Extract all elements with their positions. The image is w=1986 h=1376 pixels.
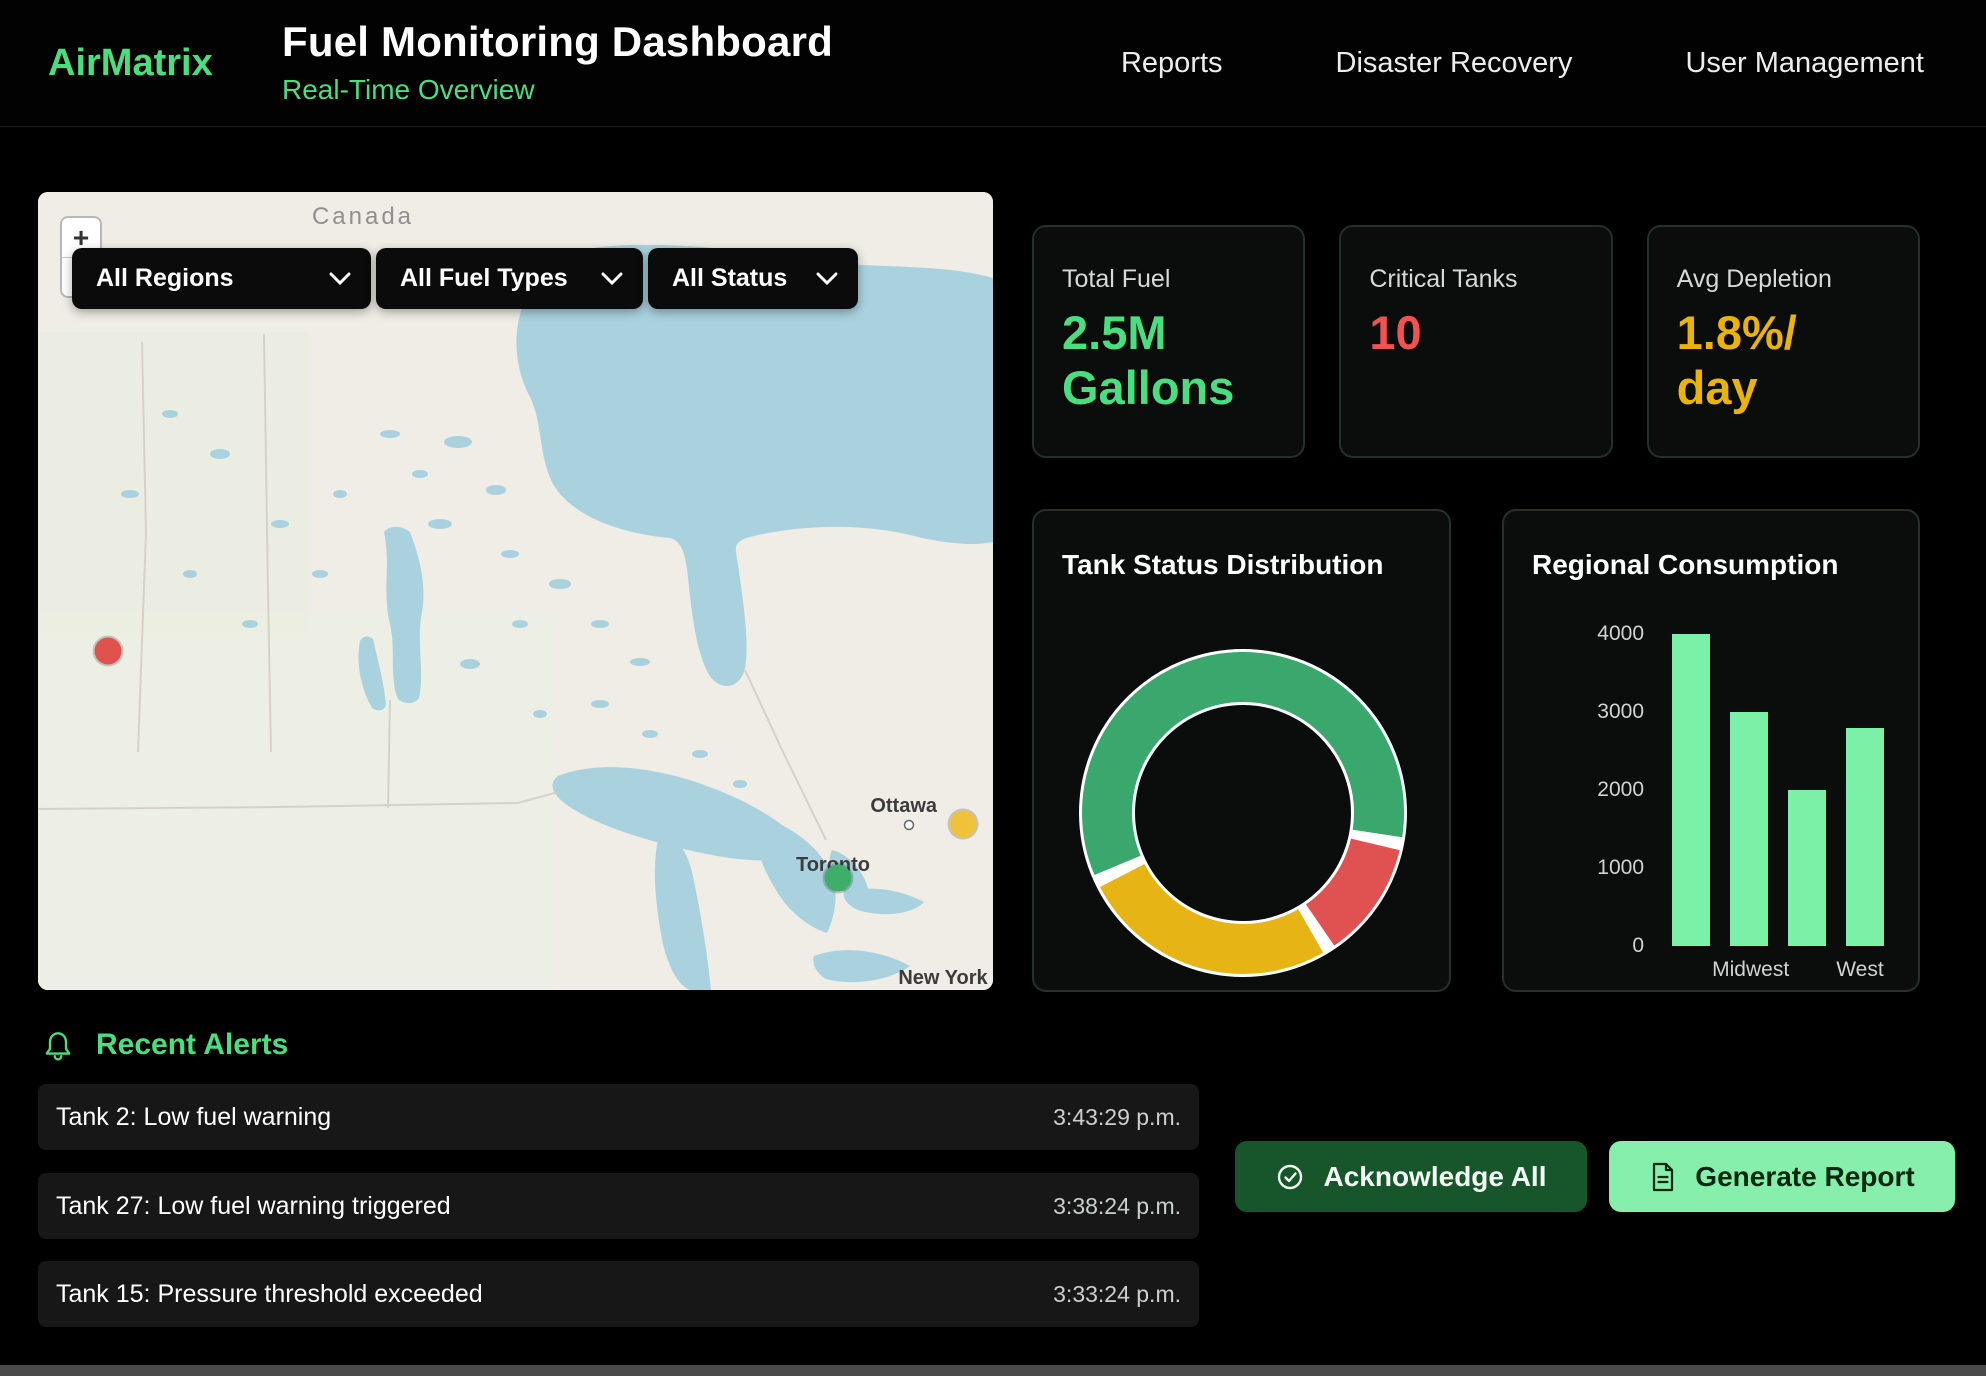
nav-user-management[interactable]: User Management bbox=[1685, 47, 1924, 80]
map-filters: All Regions All Fuel Types All Status bbox=[72, 248, 858, 309]
fuel-type-filter-dropdown[interactable]: All Fuel Types bbox=[376, 248, 643, 309]
stat-cards-row: Total Fuel 2.5MGallons Critical Tanks 10… bbox=[1032, 225, 1920, 458]
alert-message: Tank 15: Pressure threshold exceeded bbox=[56, 1280, 483, 1309]
tank-status-donut bbox=[1073, 643, 1413, 983]
bar-y-ticks: 4000 3000 2000 1000 0 bbox=[1534, 621, 1644, 959]
app-header: AirMatrix Fuel Monitoring Dashboard Real… bbox=[0, 0, 1986, 127]
y-tick-label: 0 bbox=[1534, 933, 1644, 959]
acknowledge-all-label: Acknowledge All bbox=[1323, 1161, 1546, 1193]
bar bbox=[1788, 790, 1826, 946]
page-title: Fuel Monitoring Dashboard bbox=[282, 18, 833, 66]
stat-label: Total Fuel bbox=[1062, 265, 1275, 294]
y-tick-label: 1000 bbox=[1534, 855, 1644, 881]
bar-plot bbox=[1672, 634, 1884, 946]
alert-timestamp: 3:43:29 p.m. bbox=[1053, 1104, 1181, 1131]
bottom-scrollbar-strip[interactable] bbox=[0, 1365, 1986, 1376]
stat-value: 10 bbox=[1369, 306, 1582, 361]
region-filter-value: All Regions bbox=[96, 264, 234, 293]
alert-message: Tank 27: Low fuel warning triggered bbox=[56, 1192, 451, 1221]
bar bbox=[1730, 712, 1768, 946]
main-nav: Reports Disaster Recovery User Managemen… bbox=[1121, 0, 1924, 127]
status-filter-dropdown[interactable]: All Status bbox=[648, 248, 858, 309]
stat-card: Critical Tanks 10 bbox=[1339, 225, 1612, 458]
stat-card: Avg Depletion 1.8%/day bbox=[1647, 225, 1920, 458]
map-marker-normal[interactable] bbox=[825, 865, 852, 892]
chevron-down-icon bbox=[601, 272, 623, 285]
stat-value: 1.8%/day bbox=[1677, 306, 1890, 415]
map-marker-layer bbox=[38, 192, 993, 990]
nav-reports[interactable]: Reports bbox=[1121, 47, 1223, 80]
x-tick-label: Midwest bbox=[1727, 958, 1775, 982]
status-filter-value: All Status bbox=[672, 264, 787, 293]
brand-logo[interactable]: AirMatrix bbox=[48, 42, 213, 85]
stat-label: Avg Depletion bbox=[1677, 265, 1890, 294]
y-tick-label: 3000 bbox=[1534, 699, 1644, 725]
page-subtitle: Real-Time Overview bbox=[282, 74, 833, 106]
title-block: Fuel Monitoring Dashboard Real-Time Over… bbox=[282, 18, 833, 106]
chevron-down-icon bbox=[329, 272, 351, 285]
alert-row: Tank 15: Pressure threshold exceeded 3:3… bbox=[38, 1261, 1199, 1327]
alert-row: Tank 27: Low fuel warning triggered 3:38… bbox=[38, 1173, 1199, 1239]
alert-message: Tank 2: Low fuel warning bbox=[56, 1103, 331, 1132]
x-tick-label: West bbox=[1836, 958, 1884, 982]
fuel-monitoring-dashboard: AirMatrix Fuel Monitoring Dashboard Real… bbox=[0, 0, 1986, 1376]
map-marker-warning[interactable] bbox=[950, 811, 977, 838]
document-icon bbox=[1649, 1162, 1677, 1192]
region-filter-dropdown[interactable]: All Regions bbox=[72, 248, 371, 309]
tank-status-card: Tank Status Distribution bbox=[1032, 509, 1451, 992]
y-tick-label: 4000 bbox=[1534, 621, 1644, 647]
chart-cards-row: Tank Status Distribution Regional Consum… bbox=[1032, 509, 1920, 992]
generate-report-button[interactable]: Generate Report bbox=[1609, 1141, 1955, 1212]
stat-card: Total Fuel 2.5MGallons bbox=[1032, 225, 1305, 458]
bar-chart-title: Regional Consumption bbox=[1532, 549, 1890, 581]
chevron-down-icon bbox=[816, 272, 838, 285]
acknowledge-all-button[interactable]: Acknowledge All bbox=[1235, 1141, 1587, 1212]
fuel-type-filter-value: All Fuel Types bbox=[400, 264, 568, 293]
bar bbox=[1672, 634, 1710, 946]
alert-timestamp: 3:33:24 p.m. bbox=[1053, 1281, 1181, 1308]
bell-icon bbox=[42, 1029, 74, 1061]
bar-x-labels: Midwest West bbox=[1672, 958, 1884, 982]
regional-consumption-card: Regional Consumption 4000 3000 2000 1000 0 M… bbox=[1502, 509, 1920, 992]
y-tick-label: 2000 bbox=[1534, 777, 1644, 803]
recent-alerts-title: Recent Alerts bbox=[96, 1028, 288, 1062]
nav-disaster-recovery[interactable]: Disaster Recovery bbox=[1336, 47, 1573, 80]
donut-chart-title: Tank Status Distribution bbox=[1062, 549, 1421, 581]
bar bbox=[1846, 728, 1884, 946]
check-circle-icon bbox=[1275, 1162, 1305, 1192]
map-marker-critical[interactable] bbox=[94, 637, 121, 664]
alert-timestamp: 3:38:24 p.m. bbox=[1053, 1193, 1181, 1220]
stat-value: 2.5MGallons bbox=[1062, 306, 1275, 415]
stat-label: Critical Tanks bbox=[1369, 265, 1582, 294]
map-panel: Canada Ottawa Toronto New York + − All R… bbox=[38, 192, 993, 990]
recent-alerts-heading: Recent Alerts bbox=[42, 1028, 288, 1062]
x-tick-label bbox=[1781, 958, 1829, 982]
alert-row: Tank 2: Low fuel warning 3:43:29 p.m. bbox=[38, 1084, 1199, 1150]
generate-report-label: Generate Report bbox=[1695, 1161, 1914, 1193]
